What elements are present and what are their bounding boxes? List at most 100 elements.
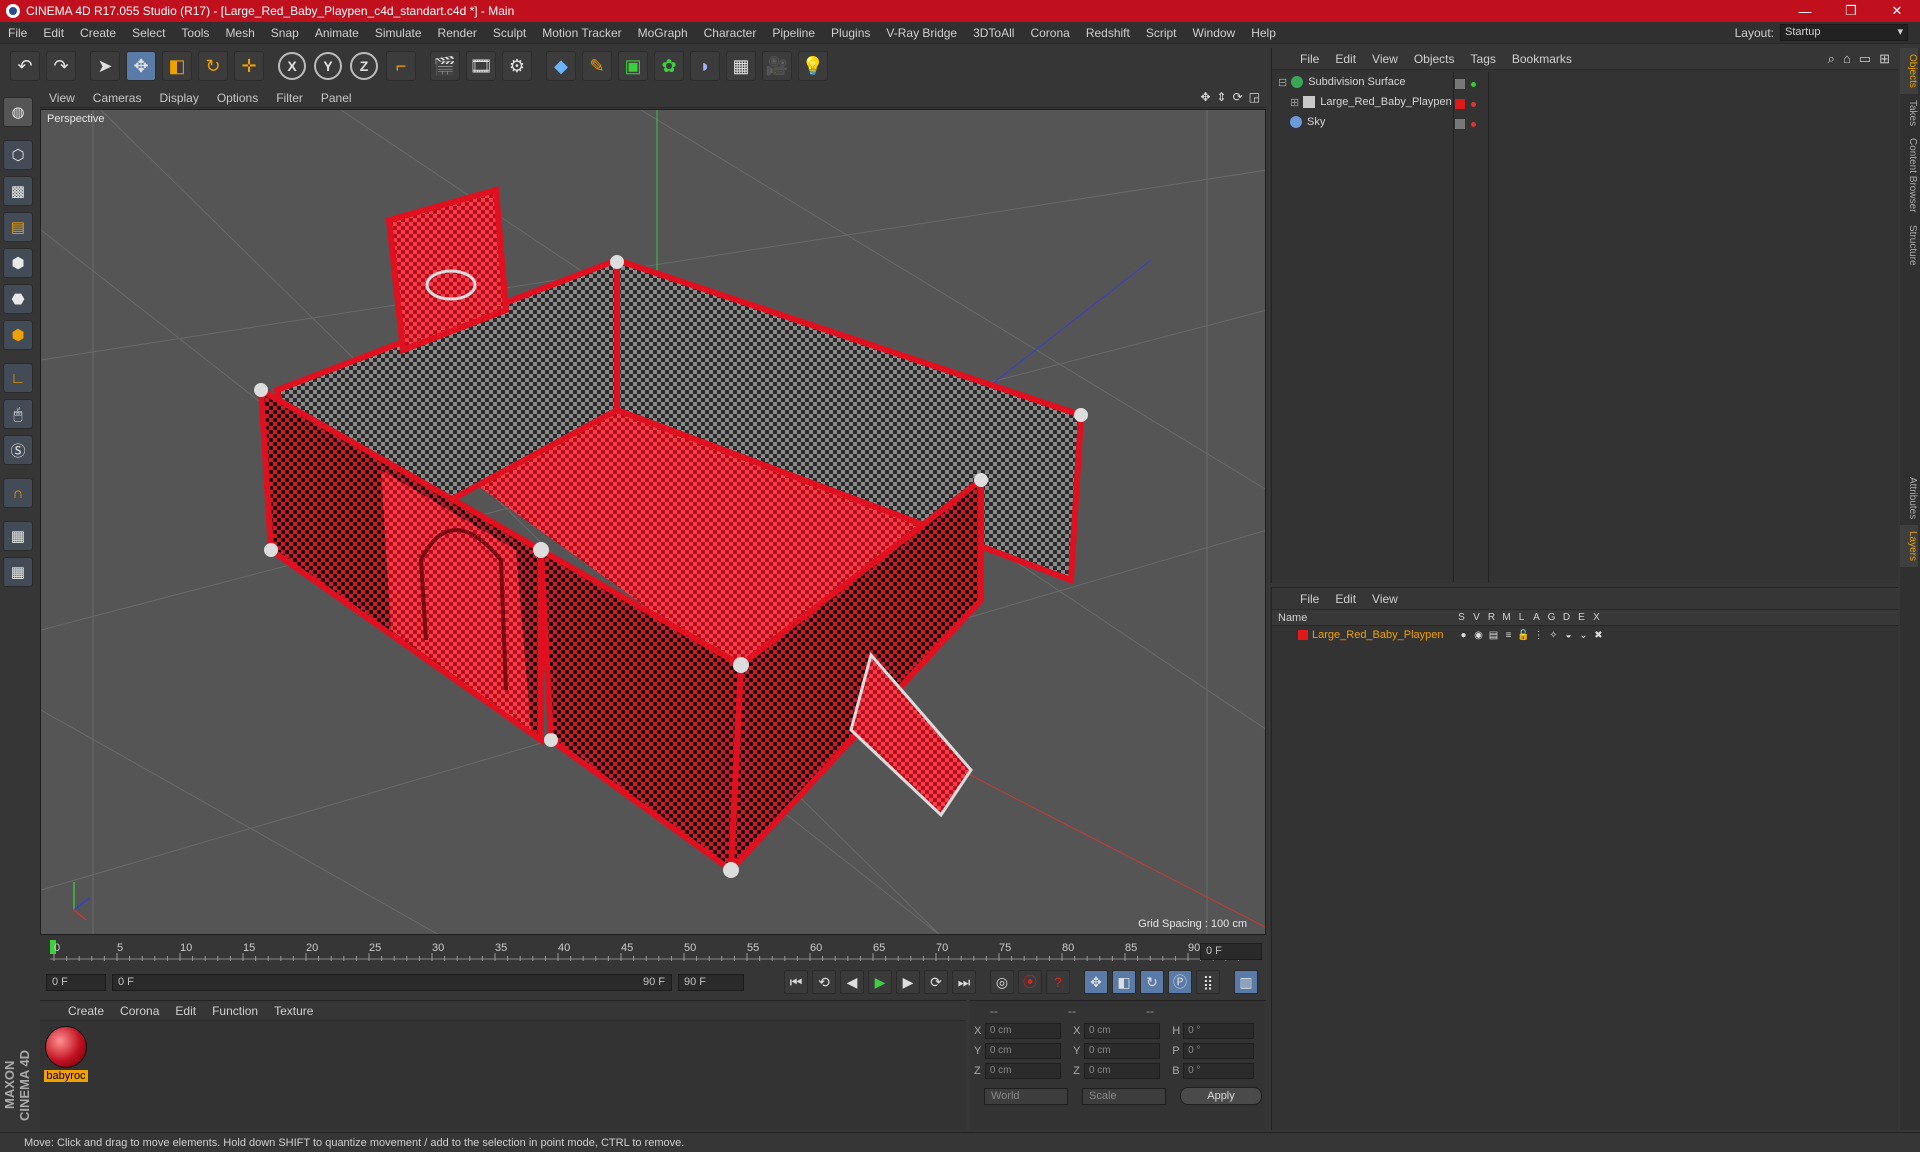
- menu-help[interactable]: Help: [1243, 26, 1284, 40]
- snap-magnet-icon[interactable]: ∩: [3, 478, 33, 508]
- tab-content-browser[interactable]: Content Browser: [1900, 132, 1918, 218]
- menu-create[interactable]: Create: [72, 26, 124, 40]
- rotation-p-field[interactable]: 0 °: [1183, 1043, 1254, 1059]
- menu-simulate[interactable]: Simulate: [367, 26, 430, 40]
- tweak-mode-icon[interactable]: 🖱: [3, 399, 33, 429]
- rotation-h-field[interactable]: 0 °: [1183, 1023, 1254, 1039]
- viewport-menu-panel[interactable]: Panel: [312, 91, 361, 105]
- transform-tool-icon[interactable]: ✛: [234, 51, 264, 81]
- timeline-window-icon[interactable]: ▥: [1234, 970, 1258, 994]
- autokey-icon[interactable]: ?: [1046, 970, 1070, 994]
- layer-menu-edit[interactable]: Edit: [1327, 592, 1364, 606]
- size-x-field[interactable]: 0 cm: [1083, 1023, 1161, 1039]
- close-button[interactable]: ✕: [1874, 0, 1920, 22]
- key-pla-icon[interactable]: ⣿: [1196, 970, 1220, 994]
- start-frame-field[interactable]: 0 F: [46, 973, 106, 991]
- viewport-rotate-icon[interactable]: ⟳: [1233, 90, 1243, 104]
- play-icon[interactable]: ▶: [868, 970, 892, 994]
- current-frame-field[interactable]: 0 F: [1200, 943, 1262, 960]
- menu-sculpt[interactable]: Sculpt: [485, 26, 534, 40]
- polygons-mode-icon[interactable]: ⬢: [3, 320, 33, 350]
- object-menu-bookmarks[interactable]: Bookmarks: [1504, 52, 1580, 66]
- move-tool-icon[interactable]: ✥: [126, 51, 156, 81]
- render-clapper-icon[interactable]: ▤: [1486, 630, 1501, 641]
- redo-icon[interactable]: ↷: [46, 51, 76, 81]
- previous-frame-icon[interactable]: ◀: [840, 970, 864, 994]
- apply-button[interactable]: Apply: [1180, 1087, 1262, 1105]
- object-menu-edit[interactable]: Edit: [1327, 52, 1364, 66]
- menu-mograph[interactable]: MoGraph: [630, 26, 696, 40]
- manager-icon[interactable]: ≡: [1501, 630, 1516, 641]
- tab-layers[interactable]: Layers: [1900, 525, 1918, 568]
- position-z-field[interactable]: 0 cm: [984, 1063, 1062, 1079]
- position-y-field[interactable]: 0 cm: [984, 1043, 1062, 1059]
- go-to-end-icon[interactable]: ⏭: [952, 970, 976, 994]
- mograph-cloner-icon[interactable]: ✿: [654, 51, 684, 81]
- visibility-dot-icon[interactable]: [1471, 121, 1476, 127]
- size-mode-dropdown[interactable]: Scale: [1082, 1087, 1166, 1105]
- model-mode-icon[interactable]: ⬡: [3, 140, 33, 170]
- deformer-icon[interactable]: ◗: [690, 51, 720, 81]
- key-scale-icon[interactable]: ◧: [1112, 970, 1136, 994]
- viewport-menu-view[interactable]: View: [40, 91, 84, 105]
- object-menu-view[interactable]: View: [1364, 52, 1406, 66]
- material-menu-texture[interactable]: Texture: [266, 1004, 321, 1018]
- rotate-tool-icon[interactable]: ↻: [198, 51, 228, 81]
- viewport-menu-cameras[interactable]: Cameras: [84, 91, 151, 105]
- viewport-menu-display[interactable]: Display: [150, 91, 207, 105]
- menu-tools[interactable]: Tools: [173, 26, 217, 40]
- solo-icon[interactable]: ●: [1456, 630, 1471, 641]
- z-axis-lock-icon[interactable]: Z: [350, 52, 378, 80]
- object-menu-tags[interactable]: Tags: [1463, 52, 1504, 66]
- pen-spline-icon[interactable]: ✎: [582, 51, 612, 81]
- menu-mesh[interactable]: Mesh: [217, 26, 262, 40]
- next-key-icon[interactable]: ⟳: [924, 970, 948, 994]
- menu-script[interactable]: Script: [1138, 26, 1185, 40]
- tab-structure[interactable]: Structure: [1900, 219, 1918, 272]
- edges-mode-icon[interactable]: ⬣: [3, 284, 33, 314]
- viewport-move-icon[interactable]: ✥: [1200, 90, 1210, 104]
- position-x-field[interactable]: 0 cm: [984, 1023, 1062, 1039]
- menu-animate[interactable]: Animate: [307, 26, 367, 40]
- record-key-icon[interactable]: ⦿: [1018, 970, 1042, 994]
- light-icon[interactable]: 💡: [798, 51, 828, 81]
- select-arrow-icon[interactable]: ➤: [90, 51, 120, 81]
- workplane-lock-icon[interactable]: ▦: [3, 521, 33, 551]
- lock-icon[interactable]: 🔓: [1516, 630, 1531, 641]
- render-view-icon[interactable]: 🎬: [430, 51, 460, 81]
- make-editable-icon[interactable]: ◍: [3, 97, 33, 127]
- menu-snap[interactable]: Snap: [263, 26, 307, 40]
- viewport-zoom-icon[interactable]: ⇕: [1217, 90, 1227, 104]
- home-icon[interactable]: ⌂: [1843, 51, 1851, 67]
- points-mode-icon[interactable]: ⬢: [3, 248, 33, 278]
- material-menu-edit[interactable]: Edit: [167, 1004, 204, 1018]
- tab-attributes[interactable]: Attributes: [1900, 471, 1918, 525]
- axis-mode-icon[interactable]: ∟: [3, 363, 33, 393]
- coordinate-system-icon[interactable]: ⌐: [386, 51, 416, 81]
- layout-dropdown[interactable]: Startup: [1780, 24, 1908, 41]
- menu-plugins[interactable]: Plugins: [823, 26, 878, 40]
- timeline-ruler[interactable]: 0 5 10 15 20 25 30 35 40 45 50 55 60 65 70 75 80 85 90 0 F: [40, 937, 1266, 965]
- end-frame-field[interactable]: 90 F: [678, 973, 744, 991]
- subdivision-generator-icon[interactable]: ▣: [618, 51, 648, 81]
- animation-icon[interactable]: ⋮: [1531, 630, 1546, 641]
- expand-icon[interactable]: ⊞: [1879, 51, 1890, 67]
- size-z-field[interactable]: 0 cm: [1083, 1063, 1161, 1079]
- object-menu-file[interactable]: File: [1292, 52, 1327, 66]
- render-picture-viewer-icon[interactable]: 🎞: [466, 51, 496, 81]
- size-y-field[interactable]: 0 cm: [1083, 1043, 1161, 1059]
- camera-icon[interactable]: 🎥: [762, 51, 792, 81]
- material-menu-function[interactable]: Function: [204, 1004, 266, 1018]
- tab-takes[interactable]: Takes: [1900, 94, 1918, 132]
- search-icon[interactable]: ⌕: [1828, 51, 1835, 67]
- object-row-subdivision-surface[interactable]: ⊟ Subdivision Surface: [1272, 72, 1452, 92]
- menu-motion-tracker[interactable]: Motion Tracker: [534, 26, 629, 40]
- material-menu-corona[interactable]: Corona: [112, 1004, 167, 1018]
- key-position-icon[interactable]: ✥: [1084, 970, 1108, 994]
- menu-vray-bridge[interactable]: V-Ray Bridge: [878, 26, 965, 40]
- object-menu-objects[interactable]: Objects: [1406, 52, 1463, 66]
- key-rotation-icon[interactable]: ↻: [1140, 970, 1164, 994]
- menu-select[interactable]: Select: [124, 26, 173, 40]
- layer-color-swatch[interactable]: [1298, 630, 1308, 640]
- texture-mode-icon[interactable]: ▩: [3, 176, 33, 206]
